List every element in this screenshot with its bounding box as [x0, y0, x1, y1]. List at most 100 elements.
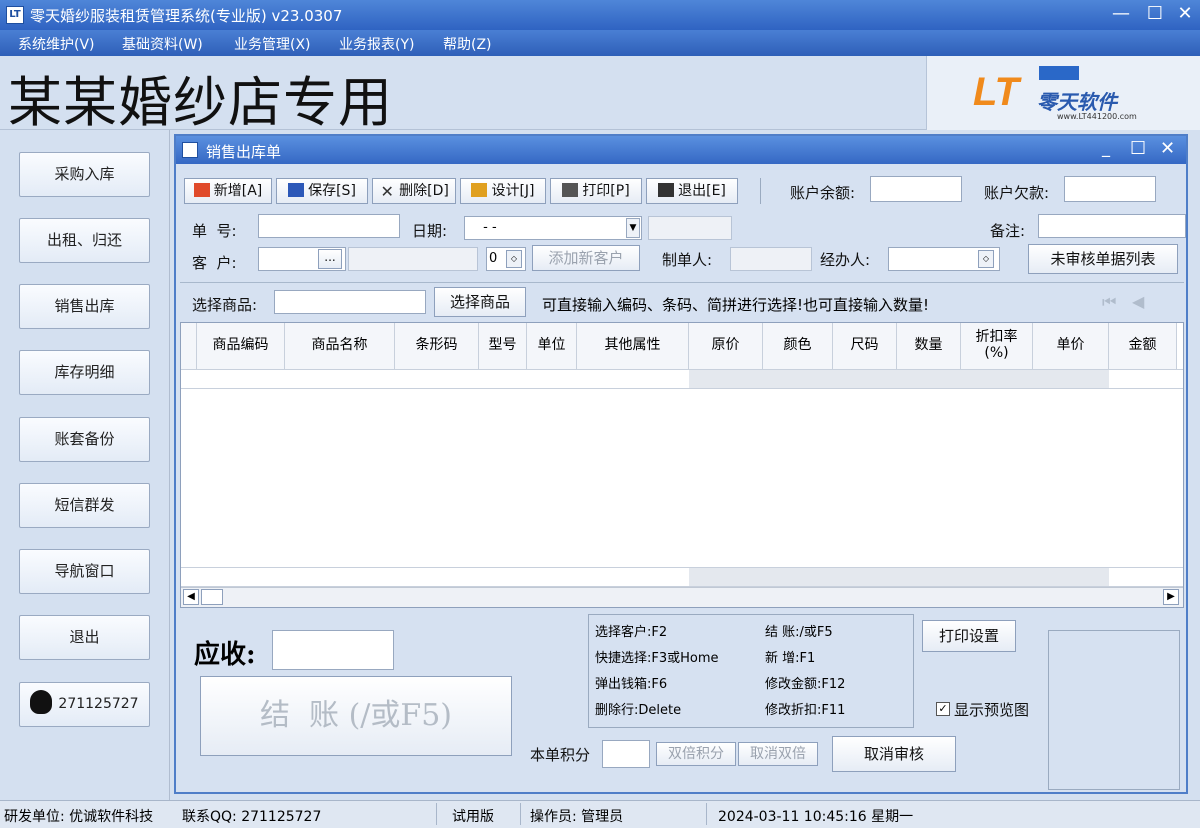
maker-label: 制单人: [662, 251, 713, 269]
scroll-right-icon[interactable]: ▶ [1163, 589, 1179, 605]
handler-dropdown-icon[interactable]: ◇ [978, 250, 994, 268]
col-header[interactable]: 尺码 [833, 323, 897, 369]
print-button[interactable]: 打印[P] [550, 178, 642, 204]
account-balance-label: 账户余额: [790, 184, 856, 202]
status-separator [436, 803, 437, 825]
receivable-label: 应收: [194, 640, 256, 670]
minimize-icon[interactable]: — [1108, 3, 1134, 24]
child-maximize-icon[interactable]: ☐ [1130, 138, 1146, 159]
sidebar-sms[interactable]: 短信群发 [19, 483, 150, 528]
receivable-field[interactable] [272, 630, 394, 670]
form-title: 销售出库单 [206, 143, 282, 161]
sidebar-inventory-detail[interactable]: 库存明细 [19, 350, 150, 395]
col-header[interactable]: 商品名称 [285, 323, 395, 369]
exit-button[interactable]: 退出[E] [646, 178, 738, 204]
scroll-thumb[interactable] [201, 589, 223, 605]
menu-help[interactable]: 帮助(Z) [443, 34, 492, 54]
shortcut-text: 删除行:Delete [595, 703, 682, 718]
menu-reports[interactable]: 业务报表(Y) [339, 34, 414, 54]
col-header[interactable]: 单价 [1033, 323, 1109, 369]
order-no-label: 单 号: [192, 222, 237, 240]
menu-system[interactable]: 系统维护(V) [18, 34, 95, 54]
account-balance-field[interactable] [870, 176, 962, 202]
double-points-button[interactable]: 双倍积分 [656, 742, 736, 766]
date-label: 日期: [412, 222, 448, 240]
sidebar-backup[interactable]: 账套备份 [19, 417, 150, 462]
col-header[interactable]: 折扣率 (%) [961, 323, 1033, 369]
col-header[interactable]: 数量 [897, 323, 961, 369]
table-row-shaded-cells [689, 370, 1109, 388]
add-customer-button[interactable]: 添加新客户 [532, 245, 640, 271]
col-header[interactable]: 单位 [527, 323, 577, 369]
cancel-audit-button[interactable]: 取消审核 [832, 736, 956, 772]
logo-mark: LT [973, 70, 1019, 114]
delete-x-icon: ✕ [380, 182, 394, 201]
customer-name-field [348, 247, 478, 271]
sidebar-nav-window[interactable]: 导航窗口 [19, 549, 150, 594]
col-header[interactable]: 其他属性 [577, 323, 689, 369]
prev-page-icon[interactable]: ◀ [1132, 292, 1144, 311]
sidebar-exit[interactable]: 退出 [19, 615, 150, 660]
unaudited-list-button[interactable]: 未审核单据列表 [1028, 244, 1178, 274]
app-icon: LT [6, 6, 24, 24]
exit-door-icon [658, 183, 675, 197]
select-goods-button[interactable]: 选择商品 [434, 287, 526, 317]
toolbar-divider [760, 178, 761, 204]
horizontal-scrollbar[interactable] [181, 587, 1183, 607]
form-icon [182, 142, 198, 158]
remark-label: 备注: [990, 222, 1026, 240]
col-header[interactable]: 原价 [689, 323, 763, 369]
status-operator: 操作员: 管理员 [530, 809, 624, 825]
sidebar-purchase-in[interactable]: 采购入库 [19, 152, 150, 197]
child-minimize-icon[interactable]: _ [1102, 138, 1110, 157]
account-debt-field[interactable] [1064, 176, 1156, 202]
show-preview-checkbox[interactable]: ✓ [936, 702, 950, 716]
first-page-icon[interactable]: ⏮ [1102, 292, 1116, 312]
order-no-field[interactable] [258, 214, 400, 238]
menu-basic-data[interactable]: 基础资料(W) [122, 34, 203, 54]
summary-row-shaded-cells [689, 568, 1109, 586]
chevron-down-icon[interactable]: ▼ [626, 218, 640, 238]
delete-button[interactable]: ✕ 删除[D] [372, 178, 456, 204]
shortcut-text: 新 增:F1 [765, 651, 816, 666]
child-close-icon[interactable]: ✕ [1160, 138, 1175, 159]
menu-business[interactable]: 业务管理(X) [234, 34, 311, 54]
menu-bar: 系统维护(V) 基础资料(W) 业务管理(X) 业务报表(Y) 帮助(Z) [0, 30, 1200, 56]
status-dev: 研发单位: 优诚软件科技 [4, 809, 154, 825]
remark-field[interactable] [1038, 214, 1186, 238]
print-settings-button[interactable]: 打印设置 [922, 620, 1016, 652]
select-goods-field[interactable] [274, 290, 426, 314]
account-debt-label: 账户欠款: [984, 184, 1050, 202]
goods-table[interactable]: 商品编码 商品名称 条形码 型号 单位 其他属性 原价 颜色 尺码 数量 折扣率… [180, 322, 1184, 608]
close-icon[interactable]: ✕ [1172, 3, 1198, 24]
maker-field [730, 247, 812, 271]
col-header[interactable]: 颜色 [763, 323, 833, 369]
logo: LT 零天软件 www.LT441200.com [926, 56, 1200, 130]
scroll-left-icon[interactable]: ◀ [183, 589, 199, 605]
points-field[interactable] [602, 740, 650, 768]
shortcut-text: 弹出钱箱:F6 [595, 677, 668, 692]
divider [180, 282, 1184, 283]
col-header[interactable]: 金额 [1109, 323, 1177, 369]
maximize-icon[interactable]: ☐ [1142, 3, 1168, 24]
sidebar-rent-return[interactable]: 出租、归还 [19, 218, 150, 263]
spin-arrows-icon[interactable]: ◇ [506, 250, 522, 268]
col-header[interactable]: 条形码 [395, 323, 479, 369]
sidebar-sales-out[interactable]: 销售出库 [19, 284, 150, 329]
date-picker[interactable]: - - [464, 216, 642, 240]
qq-button[interactable]: 271125727 [19, 682, 150, 727]
cancel-double-button[interactable]: 取消双倍 [738, 742, 818, 766]
save-button[interactable]: 保存[S] [276, 178, 368, 204]
shortcut-text: 选择客户:F2 [595, 625, 668, 640]
design-button[interactable]: 设计[J] [460, 178, 546, 204]
checkout-button[interactable]: 结 账 (/或F5) [200, 676, 512, 756]
banner: 某某婚纱店专用 LT 零天软件 www.LT441200.com [0, 56, 1200, 134]
logo-brand: 零天软件 [1037, 90, 1117, 114]
new-button[interactable]: 新增[A] [184, 178, 272, 204]
col-header[interactable]: 商品编码 [197, 323, 285, 369]
handler-label: 经办人: [820, 251, 871, 269]
hint-text: 可直接输入编码、条码、简拼进行选择!也可直接输入数量! [542, 296, 930, 314]
col-header[interactable]: 型号 [479, 323, 527, 369]
customer-browse-button[interactable]: ... [318, 249, 342, 269]
qq-number: 271125727 [58, 696, 139, 712]
